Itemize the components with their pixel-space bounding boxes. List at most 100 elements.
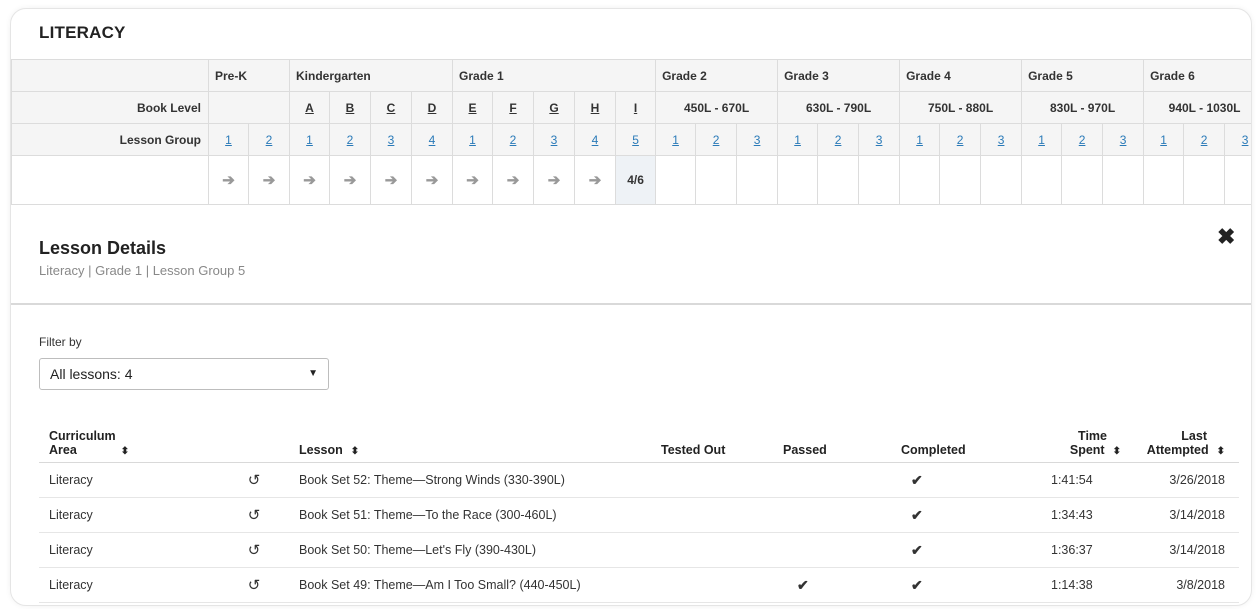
progress-cell xyxy=(1183,155,1226,205)
arrow-right-icon: ➔ xyxy=(222,172,235,189)
sort-icon[interactable]: ⬍ xyxy=(121,446,129,457)
lesson-group-link-g6-3[interactable]: 3 xyxy=(1242,133,1249,147)
col-time-spent-line2: Spent xyxy=(1069,443,1105,457)
progress-row: ➔ ➔ ➔ ➔ ➔ ➔ ➔ ➔ ➔ ➔ 4/6 xyxy=(11,155,1251,205)
lesson-group-link: 5 xyxy=(615,123,657,156)
lesson-group-link: 3 xyxy=(533,123,576,156)
grade-header-grade3: Grade 3 xyxy=(777,59,901,92)
section-divider xyxy=(11,303,1251,305)
progress-row-label-cell xyxy=(11,155,209,205)
progress-cell: ➔ xyxy=(247,155,291,205)
lesson-group-link-g2-1[interactable]: 1 xyxy=(672,133,679,147)
cell-passed xyxy=(773,497,891,533)
breadcrumb: Literacy | Grade 1 | Lesson Group 5 xyxy=(39,263,246,278)
col-last-attempted[interactable]: Last Attempted ⬍ xyxy=(1135,409,1239,463)
lesson-group-link-prek-2[interactable]: 2 xyxy=(266,133,273,147)
lesson-group-link-g1-5[interactable]: 5 xyxy=(632,133,639,147)
book-level-b[interactable]: B xyxy=(329,91,372,124)
lesson-group-link-g3-1[interactable]: 1 xyxy=(794,133,801,147)
cell-tested-out xyxy=(651,532,773,568)
book-level-a[interactable]: A xyxy=(289,91,331,124)
arrow-right-icon: ➔ xyxy=(262,172,276,189)
filter-select[interactable]: All lessons: 4 ▼ xyxy=(39,358,329,390)
lesson-group-link: 1 xyxy=(452,123,494,156)
lesson-group-link: 1 xyxy=(1021,123,1063,156)
progress-cell xyxy=(1224,155,1251,205)
progress-cell xyxy=(736,155,779,205)
progress-grid: Pre-K Kindergarten Grade 1 Grade 2 Grade… xyxy=(11,59,1251,205)
lesson-group-link: 2 xyxy=(247,123,291,156)
lesson-group-link-k-4[interactable]: 4 xyxy=(429,133,436,147)
col-time-spent[interactable]: Time Spent ⬍ xyxy=(1025,409,1135,463)
arrow-right-icon: ➔ xyxy=(343,172,357,189)
lesson-group-link-prek-1[interactable]: 1 xyxy=(225,133,232,147)
lesson-group-link: 1 xyxy=(655,123,697,156)
section-title: LITERACY xyxy=(39,23,126,42)
lesson-group-link-g1-1[interactable]: 1 xyxy=(469,133,476,147)
redo-icon[interactable]: ↺ xyxy=(209,567,289,603)
lesson-group-link-g2-2[interactable]: 2 xyxy=(713,133,720,147)
book-level-e[interactable]: E xyxy=(452,91,494,124)
book-level-g[interactable]: G xyxy=(533,91,576,124)
lesson-group-link-g1-4[interactable]: 4 xyxy=(592,133,599,147)
progress-cell xyxy=(1021,155,1063,205)
cell-tested-out xyxy=(651,567,773,603)
lesson-group-link-k-1[interactable]: 1 xyxy=(306,133,313,147)
arrow-right-icon: ➔ xyxy=(466,172,479,189)
col-lesson[interactable]: Lesson ⬍ xyxy=(289,409,651,463)
progress-cell xyxy=(695,155,738,205)
book-level-h[interactable]: H xyxy=(574,91,617,124)
redo-icon[interactable]: ↺ xyxy=(209,497,289,533)
progress-cell: ➔ xyxy=(492,155,535,205)
lesson-group-link-k-3[interactable]: 3 xyxy=(388,133,395,147)
cell-last-attempted: 3/26/2018 xyxy=(1135,462,1239,498)
redo-icon[interactable]: ↺ xyxy=(209,532,289,568)
lesson-group-link-g1-3[interactable]: 3 xyxy=(551,133,558,147)
lesson-group-link-g4-3[interactable]: 3 xyxy=(998,133,1005,147)
lesson-group-link-k-2[interactable]: 2 xyxy=(347,133,354,147)
lesson-group-link-g5-1[interactable]: 1 xyxy=(1038,133,1045,147)
lesson-group-link: 3 xyxy=(1224,123,1251,156)
col-curriculum-area-line1: Curriculum xyxy=(49,429,116,443)
redo-icon[interactable]: ↺ xyxy=(209,462,289,498)
book-level-f[interactable]: F xyxy=(492,91,535,124)
progress-cell xyxy=(655,155,697,205)
lesson-group-link-g3-3[interactable]: 3 xyxy=(876,133,883,147)
lesson-group-link-g5-2[interactable]: 2 xyxy=(1079,133,1086,147)
close-icon[interactable]: ✖ xyxy=(1217,224,1235,250)
progress-cell xyxy=(777,155,819,205)
lesson-group-link: 1 xyxy=(777,123,819,156)
lesson-group-link-g6-1[interactable]: 1 xyxy=(1160,133,1167,147)
lesson-group-link-g2-3[interactable]: 3 xyxy=(754,133,761,147)
lesson-group-link: 1 xyxy=(899,123,941,156)
col-curriculum-area[interactable]: Curriculum Area ⬍ xyxy=(39,409,209,463)
progress-cell: ➔ xyxy=(289,155,331,205)
sort-icon[interactable]: ⬍ xyxy=(351,446,359,457)
lesson-group-link-g6-2[interactable]: 2 xyxy=(1201,133,1208,147)
lesson-group-link: 1 xyxy=(1143,123,1185,156)
lesson-group-link: 3 xyxy=(1102,123,1145,156)
cell-lesson: Book Set 50: Theme—Let's Fly (390-430L) xyxy=(289,532,651,568)
lesson-group-link-g1-2[interactable]: 2 xyxy=(510,133,517,147)
check-icon: ✔ xyxy=(891,567,1025,603)
col-last-attempted-line1: Last xyxy=(1181,429,1207,443)
literacy-card: LITERACY Pre-K Kindergarten Grade 1 Grad… xyxy=(10,8,1252,606)
current-progress-cell[interactable]: 4/6 xyxy=(615,155,657,205)
arrow-right-icon: ➔ xyxy=(506,172,520,189)
progress-cell xyxy=(817,155,860,205)
lesson-group-link-g3-2[interactable]: 2 xyxy=(835,133,842,147)
book-level-d[interactable]: D xyxy=(411,91,454,124)
cell-last-attempted: 3/14/2018 xyxy=(1135,532,1239,568)
sort-icon[interactable]: ⬍ xyxy=(1217,446,1225,457)
book-level-i[interactable]: I xyxy=(615,91,657,124)
lesson-group-link-g4-1[interactable]: 1 xyxy=(916,133,923,147)
cell-time-spent: 1:14:38 xyxy=(1025,567,1135,603)
cell-time-spent: 1:41:54 xyxy=(1025,462,1135,498)
col-last-attempted-line2: Attempted xyxy=(1146,443,1209,457)
sort-icon[interactable]: ⬍ xyxy=(1113,446,1121,457)
progress-cell xyxy=(899,155,941,205)
lesson-group-link-g5-3[interactable]: 3 xyxy=(1120,133,1127,147)
book-level-c[interactable]: C xyxy=(370,91,413,124)
book-range-grade6: 940L - 1030L xyxy=(1143,91,1251,124)
lesson-group-link-g4-2[interactable]: 2 xyxy=(957,133,964,147)
